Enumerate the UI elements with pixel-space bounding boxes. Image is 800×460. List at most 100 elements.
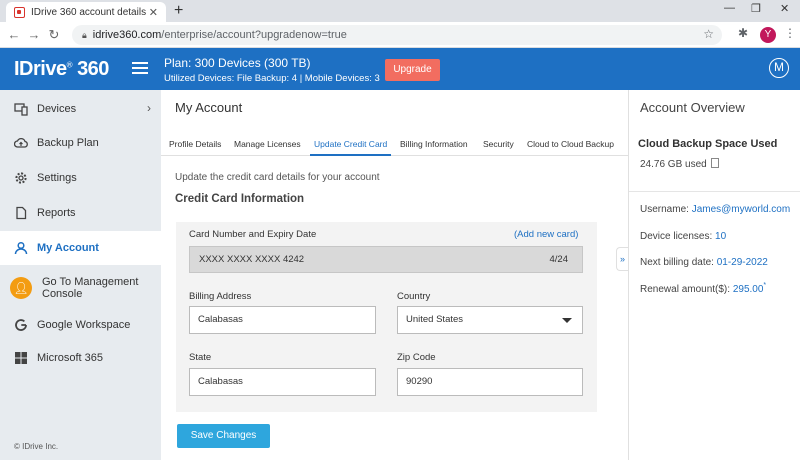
billing-date-row: Next billing date: 01-29-2022 bbox=[640, 257, 768, 268]
tab-billing-information[interactable]: Billing Information bbox=[400, 139, 468, 149]
sidebar-item-google-workspace[interactable]: Google Workspace bbox=[0, 308, 161, 342]
tab-manage-licenses[interactable]: Manage Licenses bbox=[234, 139, 301, 149]
sidebar-item-label: My Account bbox=[37, 242, 99, 254]
sidebar-item-label: Reports bbox=[37, 207, 76, 219]
new-tab-icon[interactable]: + bbox=[174, 2, 183, 20]
user-icon bbox=[14, 241, 28, 255]
idrive-logo[interactable]: IDrive® 360 bbox=[14, 58, 109, 81]
browser-tab-title: IDrive 360 account details bbox=[31, 6, 147, 18]
country-select[interactable]: United States bbox=[397, 306, 583, 334]
device-licenses-row: Device licenses: 10 bbox=[640, 231, 726, 242]
close-tab-icon[interactable]: ✕ bbox=[149, 6, 158, 19]
microsoft-icon bbox=[15, 352, 27, 364]
reload-icon[interactable]: ↻ bbox=[44, 27, 64, 43]
card-expiry: 4/24 bbox=[549, 254, 569, 265]
idrive-favicon-icon bbox=[14, 6, 25, 18]
state-label: State bbox=[189, 352, 212, 363]
bookmark-star-icon[interactable]: ☆ bbox=[703, 27, 714, 41]
plan-info: Plan: 300 Devices (300 TB) Utilized Devi… bbox=[164, 56, 380, 84]
username-label: Username: bbox=[640, 204, 692, 215]
url-path: /enterprise/account?upgradenow=true bbox=[161, 29, 347, 41]
licenses-label: Device licenses: bbox=[640, 231, 716, 242]
sidebar-item-settings[interactable]: Settings bbox=[0, 161, 161, 195]
state-field[interactable]: Calabasas bbox=[189, 368, 376, 396]
space-used: 24.76 GB used bbox=[640, 158, 719, 170]
google-icon bbox=[15, 319, 27, 331]
browser-tab[interactable]: IDrive 360 account details ✕ bbox=[6, 2, 166, 22]
billing-date-value: 01-29-2022 bbox=[716, 257, 768, 268]
space-used-value: 24.76 GB used bbox=[640, 159, 707, 170]
credit-card-form: Card Number and Expiry Date (Add new car… bbox=[176, 222, 597, 412]
devices-icon bbox=[14, 103, 28, 116]
add-new-card-link[interactable]: (Add new card) bbox=[514, 229, 578, 240]
country-value: United States bbox=[406, 314, 464, 325]
chevron-right-icon: › bbox=[147, 101, 151, 115]
save-changes-button[interactable]: Save Changes bbox=[177, 424, 270, 448]
username-row: Username: James@myworld.com bbox=[640, 204, 790, 215]
copyright: © IDrive Inc. bbox=[14, 442, 59, 451]
close-window-icon[interactable]: ✕ bbox=[780, 2, 789, 15]
account-tabs: Profile Details Manage Licenses Update C… bbox=[161, 134, 628, 156]
extensions-puzzle-icon[interactable]: ✱ bbox=[738, 26, 748, 40]
sidebar-item-label: Go To Management Console bbox=[42, 276, 139, 300]
sidebar-item-reports[interactable]: Reports bbox=[0, 196, 161, 230]
sidebar-item-microsoft-365[interactable]: Microsoft 365 bbox=[0, 341, 161, 375]
card-label: Card Number and Expiry Date bbox=[189, 229, 317, 240]
plan-title: Plan: 300 Devices (300 TB) bbox=[164, 56, 311, 70]
tab-profile-details[interactable]: Profile Details bbox=[169, 139, 221, 149]
url-host: idrive360.com bbox=[92, 29, 162, 41]
intro-text: Update the credit card details for your … bbox=[175, 172, 380, 183]
backup-space-title: Cloud Backup Space Used bbox=[638, 138, 778, 150]
maximize-icon[interactable]: ❐ bbox=[751, 2, 761, 15]
sidebar-item-devices[interactable]: Devices › bbox=[0, 92, 161, 126]
zip-code-label: Zip Code bbox=[397, 352, 436, 363]
sidebar-item-label: Devices bbox=[37, 103, 77, 115]
user-avatar[interactable]: M bbox=[769, 58, 789, 78]
url-field[interactable]: 🔒︎ idrive360.com /enterprise/account?upg… bbox=[72, 25, 722, 45]
upgrade-button[interactable]: Upgrade bbox=[385, 59, 440, 81]
app-header: IDrive® 360 Plan: 300 Devices (300 TB) U… bbox=[0, 48, 800, 90]
management-console-icon: 👤︎ bbox=[10, 277, 32, 299]
renewal-value: 295.00 bbox=[732, 284, 764, 295]
billing-address-label: Billing Address bbox=[189, 291, 252, 302]
gear-icon bbox=[15, 172, 27, 184]
cloud-upload-icon bbox=[14, 137, 28, 148]
page-title: My Account bbox=[175, 100, 243, 115]
sidebar-item-label: Backup Plan bbox=[37, 137, 99, 149]
browser-tabstrip: IDrive 360 account details ✕ + — ❐ ✕ bbox=[0, 0, 800, 22]
sidebar-item-management-console[interactable]: 👤︎ Go To Management Console bbox=[0, 269, 161, 307]
licenses-value[interactable]: 10 bbox=[715, 231, 726, 242]
sidebar-item-backup-plan[interactable]: Backup Plan bbox=[0, 126, 161, 160]
browser-menu-icon[interactable]: ⋮ bbox=[784, 26, 796, 40]
tab-cloud-to-cloud-backup[interactable]: Cloud to Cloud Backup bbox=[527, 139, 614, 149]
tab-update-credit-card[interactable]: Update Credit Card bbox=[309, 139, 392, 156]
hamburger-menu-icon[interactable] bbox=[132, 62, 148, 74]
sidebar-item-my-account[interactable]: My Account bbox=[0, 231, 161, 265]
panel-toggle-chevron-icon[interactable]: » bbox=[616, 247, 628, 271]
renewal-amount-row: Renewal amount($): 295.00* bbox=[640, 282, 766, 295]
country-label: Country bbox=[397, 291, 431, 302]
main-content: My Account Profile Details Manage Licens… bbox=[161, 90, 628, 460]
username-value: James@myworld.com bbox=[691, 204, 791, 215]
document-icon bbox=[16, 206, 27, 220]
tab-security[interactable]: Security bbox=[483, 139, 514, 149]
sidebar-item-label: Settings bbox=[37, 172, 77, 184]
back-icon[interactable]: ← bbox=[4, 27, 24, 42]
divider bbox=[629, 191, 800, 192]
sidebar-item-label: Google Workspace bbox=[37, 319, 131, 331]
forward-icon[interactable]: → bbox=[24, 27, 44, 42]
billing-address-field[interactable]: Calabasas bbox=[189, 306, 376, 334]
chevron-down-icon bbox=[562, 318, 572, 323]
minimize-icon[interactable]: — bbox=[724, 2, 735, 14]
zip-code-field[interactable]: 90290 bbox=[397, 368, 583, 396]
browser-profile-avatar[interactable]: Y bbox=[760, 27, 776, 43]
billing-date-label: Next billing date: bbox=[640, 257, 717, 268]
sidebar-item-label: Microsoft 365 bbox=[37, 352, 104, 364]
section-title: Credit Card Information bbox=[175, 193, 305, 205]
lock-icon: 🔒︎ bbox=[82, 29, 87, 40]
renewal-asterisk: * bbox=[763, 282, 767, 289]
plan-usage: Utilized Devices: File Backup: 4 | Mobil… bbox=[164, 73, 380, 84]
calculator-icon[interactable] bbox=[710, 158, 719, 168]
card-number-field: XXXX XXXX XXXX 4242 4/24 bbox=[189, 246, 583, 273]
address-bar-row: ← → ↻ 🔒︎ idrive360.com /enterprise/accou… bbox=[0, 22, 800, 48]
